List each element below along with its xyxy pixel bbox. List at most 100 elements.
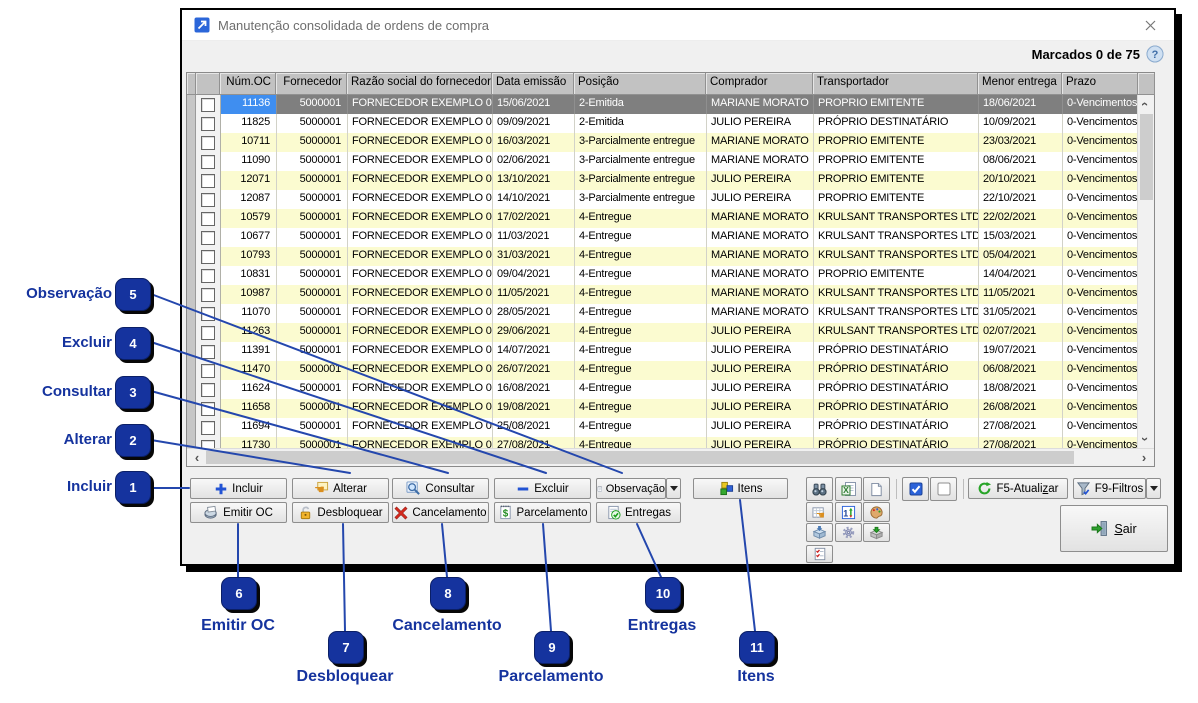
help-icon[interactable]: ? <box>1146 45 1164 63</box>
f5-atualizar-button[interactable]: F5-Atualizar <box>968 478 1068 499</box>
export-box-button[interactable] <box>806 523 833 542</box>
observacao-button[interactable]: Observação <box>596 478 666 499</box>
cell-comp: MARIANE MORATO <box>707 304 814 323</box>
row-checkbox[interactable] <box>201 326 215 340</box>
table-row[interactable]: 116945000001FORNECEDOR EXEMPLO 0225/08/2… <box>187 418 1137 437</box>
cell-transp: PROPRIO EMITENTE <box>814 152 979 171</box>
sort-order-button[interactable]: 1 <box>835 502 862 522</box>
row-checkbox-cell <box>196 114 221 133</box>
parcelamento-button[interactable]: $ Parcelamento <box>494 502 591 523</box>
check-all-button[interactable] <box>902 477 929 501</box>
table-row[interactable]: 105795000001FORNECEDOR EXEMPLO 0217/02/2… <box>187 209 1137 228</box>
f9-filtros-button[interactable]: F9-Filtros <box>1073 478 1146 499</box>
row-checkbox[interactable] <box>201 250 215 264</box>
row-checkbox[interactable] <box>201 440 215 449</box>
horizontal-scrollbar[interactable]: ‹ › <box>187 448 1154 466</box>
table-row[interactable]: 109875000001FORNECEDOR EXEMPLO 0211/05/2… <box>187 285 1137 304</box>
table-row[interactable]: 120715000001FORNECEDOR EXEMPLO 0213/10/2… <box>187 171 1137 190</box>
f9-filtros-dropdown-button[interactable] <box>1146 478 1161 499</box>
row-checkbox[interactable] <box>201 136 215 150</box>
palette-button[interactable] <box>863 502 890 522</box>
table-row[interactable]: 114705000001FORNECEDOR EXEMPLO 0226/07/2… <box>187 361 1137 380</box>
row-checkbox[interactable] <box>201 383 215 397</box>
table-row[interactable]: 113915000001FORNECEDOR EXEMPLO 0214/07/2… <box>187 342 1137 361</box>
cancelamento-button[interactable]: Cancelamento <box>392 502 489 523</box>
scroll-up-icon[interactable]: ‹ <box>1138 96 1154 112</box>
column-header: Menor entrega <box>978 73 1062 95</box>
uncheck-all-button[interactable] <box>930 477 957 501</box>
itens-button[interactable]: Itens <box>693 478 788 499</box>
table-row[interactable]: 118255000001FORNECEDOR EXEMPLO 0209/09/2… <box>187 114 1137 133</box>
callout-badge-3: 3 <box>115 376 151 409</box>
cell-prazo: 0-Vencimentos <box>1063 171 1137 190</box>
find-button[interactable] <box>806 477 833 501</box>
scroll-right-icon[interactable]: › <box>1136 449 1152 465</box>
cell-razao: FORNECEDOR EXEMPLO 02 <box>348 437 493 448</box>
table-row[interactable]: 111365000001FORNECEDOR EXEMPLO 0215/06/2… <box>187 95 1137 114</box>
cell-forn: 5000001 <box>277 152 348 171</box>
row-checkbox[interactable] <box>201 364 215 378</box>
cell-num: 10711 <box>221 133 277 152</box>
report-button[interactable] <box>863 477 890 501</box>
incluir-button[interactable]: Incluir <box>190 478 287 499</box>
import-box-button[interactable] <box>863 523 890 542</box>
row-checkbox[interactable] <box>201 421 215 435</box>
excluir-button[interactable]: Excluir <box>494 478 591 499</box>
table-row[interactable]: 117305000001FORNECEDOR EXEMPLO 0227/08/2… <box>187 437 1137 448</box>
emitir-oc-button[interactable]: Emitir OC <box>190 502 287 523</box>
desbloquear-button[interactable]: Desbloquear <box>292 502 389 523</box>
table-row[interactable]: 116585000001FORNECEDOR EXEMPLO 0219/08/2… <box>187 399 1137 418</box>
cell-razao: FORNECEDOR EXEMPLO 02 <box>348 285 493 304</box>
alterar-button[interactable]: ☚ Alterar <box>292 478 389 499</box>
row-checkbox[interactable] <box>201 155 215 169</box>
table-row[interactable]: 120875000001FORNECEDOR EXEMPLO 0214/10/2… <box>187 190 1137 209</box>
table-row[interactable]: 106775000001FORNECEDOR EXEMPLO 0211/03/2… <box>187 228 1137 247</box>
export-excel-button[interactable]: X <box>835 477 862 501</box>
table-row[interactable]: 116245000001FORNECEDOR EXEMPLO 0216/08/2… <box>187 380 1137 399</box>
callout-label: Excluir <box>0 334 112 351</box>
table-row[interactable]: 107935000001FORNECEDOR EXEMPLO 0231/03/2… <box>187 247 1137 266</box>
row-checkbox[interactable] <box>201 269 215 283</box>
sair-button[interactable]: Sair <box>1060 505 1168 552</box>
row-checkbox[interactable] <box>201 345 215 359</box>
row-checkbox[interactable] <box>201 212 215 226</box>
grid-edit-button[interactable]: ☚ <box>806 502 833 522</box>
vertical-scrollbar[interactable]: ‹ › <box>1137 95 1154 448</box>
cell-pos: 4-Entregue <box>575 380 707 399</box>
scroll-left-icon[interactable]: ‹ <box>189 449 205 465</box>
svg-text:☚: ☚ <box>816 509 825 519</box>
row-checkbox[interactable] <box>201 98 215 112</box>
cell-pos: 4-Entregue <box>575 342 707 361</box>
settings-button[interactable] <box>835 523 862 542</box>
row-checkbox[interactable] <box>201 117 215 131</box>
consultar-button[interactable]: Consultar <box>392 478 489 499</box>
row-checkbox[interactable] <box>201 402 215 416</box>
cell-ment: 20/10/2021 <box>979 171 1063 190</box>
entregas-button[interactable]: Entregas <box>596 502 681 523</box>
row-indicator <box>187 247 196 266</box>
row-checkbox[interactable] <box>201 307 215 321</box>
row-checkbox[interactable] <box>201 193 215 207</box>
row-checkbox-cell <box>196 152 221 171</box>
cell-num: 10831 <box>221 266 277 285</box>
cell-comp: JULIO PEREIRA <box>707 399 814 418</box>
scroll-down-icon[interactable]: › <box>1138 431 1154 447</box>
table-row[interactable]: 110705000001FORNECEDOR EXEMPLO 0228/05/2… <box>187 304 1137 323</box>
row-checkbox[interactable] <box>201 231 215 245</box>
cell-forn: 5000001 <box>277 342 348 361</box>
table-row[interactable]: 112635000001FORNECEDOR EXEMPLO 0229/06/2… <box>187 323 1137 342</box>
row-checkbox[interactable] <box>201 288 215 302</box>
cell-comp: MARIANE MORATO <box>707 152 814 171</box>
horizontal-scroll-thumb[interactable] <box>206 451 1074 464</box>
table-row[interactable]: 107115000001FORNECEDOR EXEMPLO 0216/03/2… <box>187 133 1137 152</box>
cell-razao: FORNECEDOR EXEMPLO 02 <box>348 323 493 342</box>
table-row[interactable]: 108315000001FORNECEDOR EXEMPLO 0209/04/2… <box>187 266 1137 285</box>
cell-emis: 19/08/2021 <box>493 399 575 418</box>
vertical-scroll-thumb[interactable] <box>1140 114 1153 200</box>
cell-ment: 19/07/2021 <box>979 342 1063 361</box>
close-icon[interactable] <box>1138 14 1162 36</box>
row-checkbox[interactable] <box>201 174 215 188</box>
observacao-dropdown-button[interactable] <box>666 478 681 499</box>
table-row[interactable]: 110905000001FORNECEDOR EXEMPLO 0202/06/2… <box>187 152 1137 171</box>
checklist-button[interactable] <box>806 545 833 563</box>
